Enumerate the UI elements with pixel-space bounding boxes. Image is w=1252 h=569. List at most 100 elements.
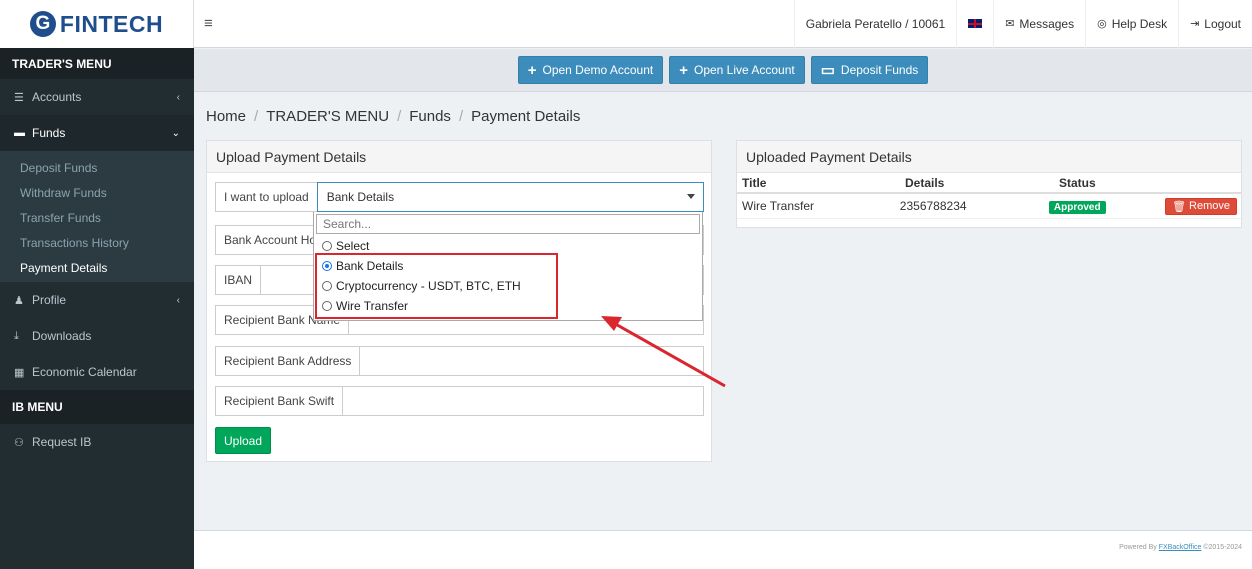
download-icon: ⤓ (14, 329, 19, 342)
option-label: Cryptocurrency - USDT, BTC, ETH (336, 279, 521, 293)
breadcrumb-separator: / (397, 108, 402, 125)
sidebar-item-transfer-funds[interactable]: Transfer Funds (0, 205, 194, 230)
radio-checked-icon (322, 261, 332, 271)
dropdown-search-input[interactable]: Search... (316, 214, 700, 234)
calendar-icon: ▦ (14, 366, 25, 379)
sidebar-item-label: Profile (32, 293, 67, 307)
upload-type-group: I want to upload Bank Details (215, 182, 704, 212)
option-cryptocurrency[interactable]: Cryptocurrency - USDT, BTC, ETH (314, 276, 702, 296)
footer-link[interactable]: FXBackOffice (1159, 544, 1202, 551)
footer-prefix: Powered By (1119, 544, 1159, 551)
radio-icon (322, 301, 332, 311)
table-row: Wire Transfer 2356788234 Approved 🗑 Remo… (737, 194, 1241, 219)
upload-type-label: I want to upload (216, 183, 318, 211)
traders-menu-header: TRADER'S MENU (0, 48, 194, 79)
option-wire-transfer[interactable]: Wire Transfer (314, 296, 702, 316)
breadcrumb-traders-menu[interactable]: TRADER'S MENU (266, 108, 389, 125)
sidebar-item-withdraw-funds[interactable]: Withdraw Funds (0, 180, 194, 205)
user-icon: ♟ (14, 294, 24, 307)
footer-suffix: ©2015-2024 (1201, 544, 1242, 551)
radio-icon (322, 281, 332, 291)
radio-icon (322, 241, 332, 251)
field-label: Bank Account Hol (216, 226, 328, 254)
breadcrumb-separator: / (458, 108, 464, 125)
footer: Powered By FXBackOffice ©2015-2024 (194, 530, 1252, 569)
sidebar-item-accounts[interactable]: ☰ Accounts ‹ (0, 79, 194, 115)
breadcrumb-funds[interactable]: Funds (409, 108, 451, 125)
button-label: Open Live Account (693, 63, 795, 77)
breadcrumb: Home / TRADER'S MENU / Funds / Payment D… (206, 108, 580, 125)
logo-mark: G (29, 11, 56, 37)
breadcrumb-home[interactable]: Home (206, 108, 246, 125)
logout-link[interactable]: ⇥ Logout (1178, 0, 1252, 48)
button-label: Remove (1189, 200, 1230, 212)
plus-icon: + (527, 61, 537, 79)
panel-title: Upload Payment Details (207, 141, 711, 173)
recipient-bank-address-group: Recipient Bank Address (215, 346, 704, 376)
sidebar-item-label: Funds (32, 126, 66, 140)
funds-submenu: Deposit Funds Withdraw Funds Transfer Fu… (0, 151, 194, 282)
sidebar-item-profile[interactable]: ♟ Profile ‹ (0, 282, 194, 318)
chevron-left-icon: ‹ (176, 91, 180, 103)
upload-type-select[interactable]: Bank Details (316, 182, 704, 212)
upload-button[interactable]: Upload (215, 427, 272, 454)
option-select[interactable]: Select (314, 236, 702, 256)
chevron-down-icon: ⌄ (171, 127, 180, 139)
recipient-bank-swift-input[interactable] (343, 387, 703, 415)
life-ring-icon: ◎ (1097, 18, 1107, 30)
remove-button[interactable]: 🗑 Remove (1165, 197, 1237, 215)
handshake-icon: ⚇ (14, 436, 24, 449)
panel-title: Uploaded Payment Details (737, 141, 1241, 173)
sidebar-item-request-ib[interactable]: ⚇ Request IB (0, 424, 194, 460)
uploaded-table: Title Details Status Wire Transfer 23567… (737, 173, 1241, 219)
sidebar-item-economic-calendar[interactable]: ▦ Economic Calendar (0, 354, 194, 390)
recipient-bank-swift-group: Recipient Bank Swift (215, 386, 704, 416)
field-label: Recipient Bank Swift (216, 387, 344, 415)
column-header-title: Title (742, 175, 767, 190)
option-bank-details[interactable]: Bank Details (314, 256, 702, 276)
option-label: Bank Details (336, 259, 404, 273)
upload-type-dropdown: Search... Select Bank Details Cryptocurr… (313, 212, 703, 321)
column-header-status: Status (1059, 175, 1096, 190)
sidebar-item-transactions-history[interactable]: Transactions History (0, 230, 194, 255)
envelope-icon: ✉ (1005, 18, 1015, 30)
messages-link[interactable]: ✉ Messages (993, 0, 1085, 48)
user-account-link[interactable]: Gabriela Peratello / 10061 (793, 0, 956, 48)
uk-flag-icon (968, 19, 983, 28)
status-badge: Approved (1048, 201, 1106, 214)
selected-value: Bank Details (326, 190, 395, 204)
sidebar-item-payment-details[interactable]: Payment Details (0, 255, 194, 280)
cell-title: Wire Transfer (742, 199, 815, 213)
list-icon: ☰ (14, 91, 24, 104)
sidebar-item-label: Request IB (32, 435, 92, 449)
sidebar-item-funds[interactable]: ▬ Funds ⌄ (0, 115, 194, 151)
open-demo-account-button[interactable]: + Open Demo Account (517, 56, 664, 84)
credit-card-icon: ▭ (820, 62, 835, 79)
plus-icon: + (679, 61, 688, 79)
hamburger-icon[interactable]: ≡ (204, 15, 234, 32)
sidebar-item-label: Economic Calendar (32, 365, 137, 379)
logo[interactable]: G FINTECH (0, 0, 194, 48)
breadcrumb-current: Payment Details (471, 108, 581, 125)
deposit-funds-button[interactable]: ▭ Deposit Funds (810, 56, 929, 84)
table-header-row: Title Details Status (737, 173, 1241, 194)
sign-out-icon: ⇥ (1190, 18, 1200, 30)
column-header-details: Details (905, 175, 945, 190)
help-desk-link[interactable]: ◎ Help Desk (1085, 0, 1178, 48)
uploaded-payment-details-panel: Uploaded Payment Details Title Details S… (736, 140, 1242, 228)
field-label: IBAN (216, 266, 262, 294)
logo-text: FINTECH (59, 10, 164, 37)
sidebar-item-deposit-funds[interactable]: Deposit Funds (0, 155, 194, 180)
trash-icon: 🗑 (1172, 200, 1187, 213)
sidebar: G FINTECH TRADER'S MENU ☰ Accounts ‹ ▬ F… (0, 0, 194, 569)
footer-credit: Powered By FXBackOffice ©2015-2024 (1119, 544, 1242, 551)
sidebar-item-label: Accounts (32, 90, 82, 104)
open-live-account-button[interactable]: + Open Live Account (669, 56, 805, 84)
sidebar-item-label: Downloads (32, 329, 92, 343)
sidebar-item-downloads[interactable]: ⤓ Downloads (0, 318, 194, 354)
recipient-bank-address-input[interactable] (360, 347, 703, 375)
language-selector[interactable] (956, 0, 993, 48)
logout-label: Logout (1204, 16, 1241, 31)
button-label: Deposit Funds (840, 63, 919, 77)
help-desk-label: Help Desk (1111, 16, 1168, 31)
